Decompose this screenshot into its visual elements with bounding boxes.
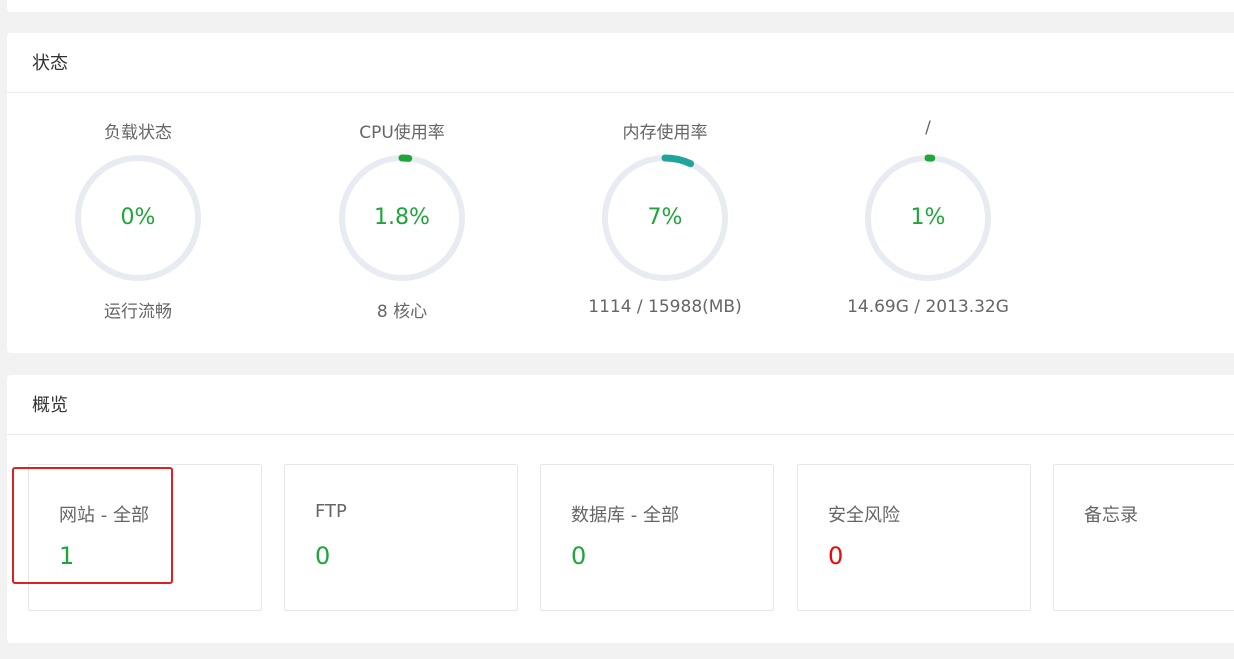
cpu-gauge[interactable]: CPU使用率 1.8% 8 核心: [282, 92, 522, 322]
disk-gauge-title: /: [925, 118, 931, 138]
memory-gauge-value: 7%: [647, 205, 683, 230]
disk-gauge[interactable]: / 1% 14.69G / 2013.32G: [808, 92, 1048, 317]
load-gauge[interactable]: 负载状态 0% 运行流畅: [18, 92, 258, 322]
top-panel-edge: [7, 0, 1234, 12]
security-risk-card-value[interactable]: 0: [828, 542, 843, 570]
databases-card-title: 数据库 - 全部: [571, 505, 679, 526]
overview-panel-title: 概览: [7, 375, 1234, 435]
databases-card[interactable]: 数据库 - 全部 0: [540, 464, 774, 611]
cpu-gauge-value: 1.8%: [374, 205, 430, 230]
websites-card[interactable]: 网站 - 全部 1: [28, 464, 262, 611]
overview-panel: 概览 网站 - 全部 1 FTP 0 数据库 - 全部 0 安全风险 0 备忘录: [7, 375, 1234, 643]
websites-card-value[interactable]: 1: [59, 542, 74, 570]
load-gauge-title: 负载状态: [104, 123, 172, 143]
memory-gauge[interactable]: 内存使用率 7% 1114 / 15988(MB): [545, 92, 785, 317]
memo-card[interactable]: 备忘录: [1053, 464, 1234, 611]
ftp-card-title: FTP: [315, 501, 347, 522]
memory-gauge-title: 内存使用率: [622, 123, 708, 143]
websites-card-title: 网站 - 全部: [59, 505, 149, 526]
status-panel: 状态 负载状态 0% 运行流畅 CPU使用率 1.8% 8 核心 内存使用率 7…: [7, 33, 1234, 353]
ftp-card[interactable]: FTP 0: [284, 464, 518, 611]
load-gauge-value: 0%: [120, 205, 156, 230]
disk-gauge-value: 1%: [910, 205, 946, 230]
security-risk-card-title: 安全风险: [828, 505, 900, 526]
memory-gauge-subtitle: 1114 / 15988(MB): [588, 297, 742, 317]
cpu-gauge-ring: 1.8%: [336, 152, 468, 284]
disk-gauge-subtitle: 14.69G / 2013.32G: [847, 297, 1009, 317]
security-risk-card[interactable]: 安全风险 0: [797, 464, 1031, 611]
memo-card-title: 备忘录: [1084, 505, 1138, 526]
cpu-gauge-subtitle: 8 核心: [376, 302, 428, 322]
disk-gauge-ring: 1%: [862, 152, 994, 284]
ftp-card-value[interactable]: 0: [315, 542, 330, 570]
cpu-gauge-title: CPU使用率: [359, 123, 445, 143]
load-gauge-ring: 0%: [72, 152, 204, 284]
load-gauge-subtitle: 运行流畅: [104, 302, 172, 322]
memory-gauge-ring: 7%: [599, 152, 731, 284]
status-panel-title: 状态: [7, 33, 1234, 93]
databases-card-value[interactable]: 0: [571, 542, 586, 570]
